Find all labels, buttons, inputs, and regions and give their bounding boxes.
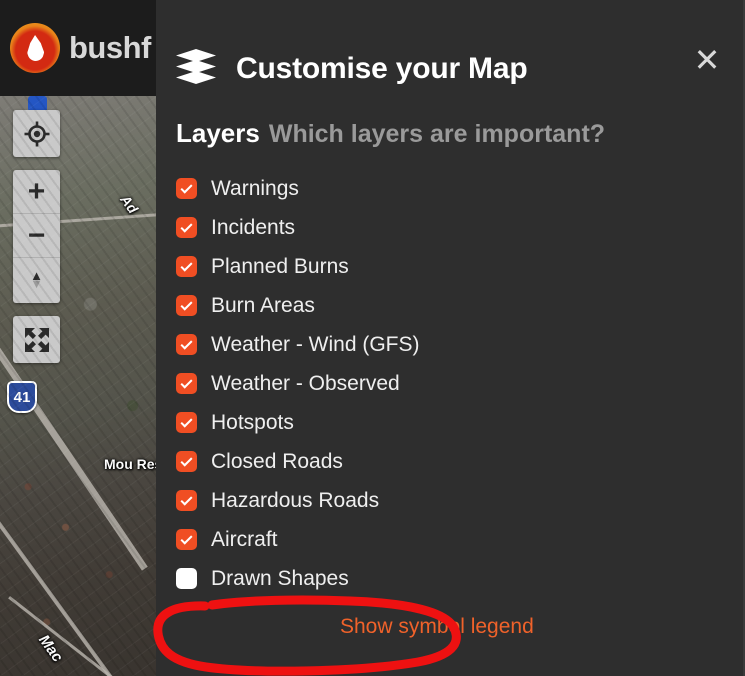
tilt-down-icon: ▼ <box>30 276 43 291</box>
zoom-out-button[interactable]: − <box>13 214 60 258</box>
check-icon <box>180 337 193 350</box>
flame-icon <box>10 23 60 73</box>
brand-name: bushf <box>69 30 151 65</box>
layer-label: Incidents <box>211 215 296 239</box>
fullscreen-button[interactable] <box>13 316 60 363</box>
tilt-button[interactable]: ▲ ▼ <box>13 258 60 302</box>
zoom-in-button[interactable]: + <box>13 170 60 214</box>
map-road <box>8 596 156 676</box>
street-label-macquarie: Mac <box>35 631 67 666</box>
map-canvas[interactable]: Ad Mac Mou Rest 41 + − <box>0 0 156 676</box>
layer-row-planned-burns[interactable]: Planned Burns <box>176 247 745 286</box>
layer-checkbox[interactable] <box>176 373 197 394</box>
brand-bar: bushf <box>0 0 156 96</box>
panel-title: Customise your Map <box>236 52 528 85</box>
check-icon <box>180 454 193 467</box>
check-icon <box>180 181 193 194</box>
layer-row-warnings[interactable]: Warnings <box>176 169 745 208</box>
layer-row-aircraft[interactable]: Aircraft <box>176 520 745 559</box>
layer-row-weather-wind-gfs[interactable]: Weather - Wind (GFS) <box>176 325 745 364</box>
highway-shield-icon: 41 <box>7 381 37 413</box>
tilt-arrows-icon: ▲ ▼ <box>30 268 43 291</box>
layer-row-hazardous-roads[interactable]: Hazardous Roads <box>176 481 745 520</box>
layer-row-hotspots[interactable]: Hotspots <box>176 403 745 442</box>
layer-checkbox[interactable] <box>176 217 197 238</box>
layer-label: Hazardous Roads <box>211 488 380 512</box>
layers-section-header: Layers Which layers are important? <box>156 100 745 149</box>
crosshair-icon <box>24 121 49 146</box>
check-icon <box>180 220 193 233</box>
highway-number: 41 <box>13 388 31 406</box>
check-icon <box>180 298 193 311</box>
check-icon <box>180 259 193 272</box>
layer-checkbox[interactable] <box>176 529 197 550</box>
expand-arrows-icon <box>24 327 49 352</box>
layer-label: Warnings <box>211 176 299 200</box>
layer-row-closed-roads[interactable]: Closed Roads <box>176 442 745 481</box>
customise-map-panel: Customise your Map ✕ Layers Which layers… <box>156 0 745 676</box>
check-icon <box>180 493 193 506</box>
layer-label: Planned Burns <box>211 254 349 278</box>
zoom-controls[interactable]: + − ▲ ▼ <box>13 170 60 303</box>
check-icon <box>180 376 193 389</box>
map-road <box>0 480 123 676</box>
section-subtitle: Which layers are important? <box>268 120 606 148</box>
layer-checkbox[interactable] <box>176 490 197 511</box>
layer-label: Drawn Shapes <box>211 566 349 590</box>
layer-label: Weather - Observed <box>211 371 400 395</box>
layer-label: Aircraft <box>211 527 278 551</box>
flame-shape <box>26 35 44 62</box>
layer-row-weather-observed[interactable]: Weather - Observed <box>176 364 745 403</box>
layer-checkbox[interactable] <box>176 295 197 316</box>
check-icon <box>180 532 193 545</box>
layer-label: Weather - Wind (GFS) <box>211 332 420 356</box>
layer-label: Hotspots <box>211 410 294 434</box>
layer-checkbox[interactable] <box>176 334 197 355</box>
layers-sheet <box>176 71 216 84</box>
check-icon <box>180 415 193 428</box>
street-label-adelaide: Ad <box>117 191 142 217</box>
layer-row-burn-areas[interactable]: Burn Areas <box>176 286 745 325</box>
app-root: Ad Mac Mou Rest 41 + − <box>0 0 745 676</box>
map-road <box>0 318 148 571</box>
minus-icon: − <box>27 218 46 252</box>
layer-label: Burn Areas <box>211 293 315 317</box>
map-road <box>0 208 156 228</box>
panel-header: Customise your Map ✕ <box>156 0 745 100</box>
map-marker-icon <box>28 96 47 120</box>
place-label: Mou Rest <box>104 456 156 472</box>
layer-checkbox[interactable] <box>176 451 197 472</box>
layer-checkbox[interactable] <box>176 178 197 199</box>
section-title: Layers <box>176 118 260 148</box>
tilt-up-icon: ▲ <box>30 268 43 283</box>
layer-label: Closed Roads <box>211 449 343 473</box>
show-symbol-legend-link[interactable]: Show symbol legend <box>340 615 534 639</box>
geolocate-button[interactable] <box>13 110 60 157</box>
layer-checkbox[interactable] <box>176 412 197 433</box>
layer-row-drawn-shapes[interactable]: Drawn Shapes <box>176 559 745 598</box>
close-icon[interactable]: ✕ <box>685 38 729 82</box>
layer-checkbox[interactable] <box>176 256 197 277</box>
layer-row-incidents[interactable]: Incidents <box>176 208 745 247</box>
layer-list: Warnings Incidents Planned Burns Burn Areas… <box>156 169 745 598</box>
layers-icon <box>176 49 218 89</box>
layer-checkbox[interactable] <box>176 568 197 589</box>
plus-icon: + <box>27 174 46 208</box>
